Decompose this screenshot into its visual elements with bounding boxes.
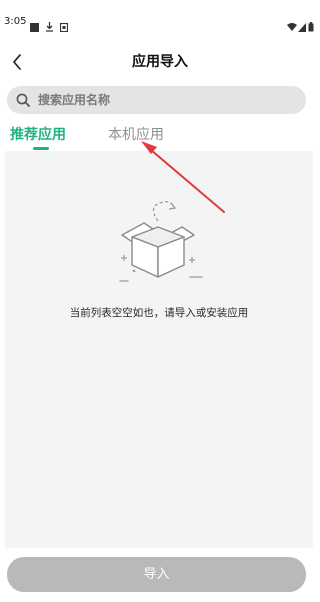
download-icon: [45, 17, 54, 36]
sim-card-icon: [59, 17, 69, 36]
empty-state-message: 当前列表空空如也，请导入或安装应用: [69, 307, 249, 319]
nav-bar: 应用导入: [0, 44, 320, 80]
empty-box-icon: [110, 191, 210, 295]
search-icon: [16, 93, 30, 107]
tab-bar: 推荐应用 本机应用: [0, 122, 320, 152]
search-placeholder: 搜索应用名称: [38, 93, 111, 107]
wifi-icon: [287, 17, 297, 36]
status-time: 3:05: [4, 16, 27, 27]
tab-local-apps[interactable]: 本机应用: [108, 126, 164, 144]
page-title: 应用导入: [132, 54, 188, 70]
search-input[interactable]: 搜索应用名称: [7, 86, 306, 114]
import-button-label: 导入: [143, 566, 170, 582]
app-list-area: 当前列表空空如也，请导入或安装应用: [5, 151, 313, 548]
active-tab-indicator: [33, 147, 49, 150]
status-bar: 3:05: [0, 0, 320, 40]
import-button[interactable]: 导入: [7, 557, 306, 592]
notification-square-icon: [30, 17, 39, 36]
tab-recommended-apps[interactable]: 推荐应用: [10, 126, 66, 144]
signal-icon: [298, 17, 306, 36]
battery-icon: [308, 17, 314, 36]
